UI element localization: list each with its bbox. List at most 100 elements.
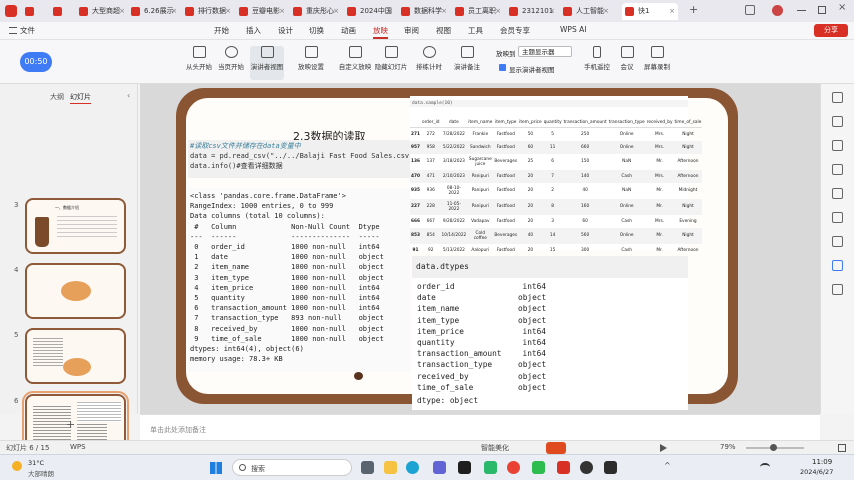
speaker-notes-button[interactable]: 演讲备注 [450,46,484,80]
tab-close-icon[interactable]: × [669,3,675,20]
menu-view[interactable]: 视图 [436,25,451,36]
menu-tools[interactable]: 工具 [468,25,483,36]
zoom-level[interactable]: 79% [720,443,736,451]
pycharm-icon[interactable] [484,461,497,474]
search-box[interactable]: 搜索 [232,459,352,476]
menu-home[interactable]: 开始 [214,25,229,36]
document-tab[interactable]: 2024中国 × [344,3,396,20]
task-view-icon[interactable] [361,461,374,474]
wechat-icon[interactable] [532,461,545,474]
add-slide-button[interactable]: + [66,418,75,431]
shape-icon[interactable] [832,116,843,127]
table-cell: Mr. [645,227,674,244]
document-tab[interactable]: 2312101 × [506,3,558,20]
tab-close-icon[interactable]: × [171,3,177,20]
file-explorer-icon[interactable] [384,461,397,474]
new-tab-icon[interactable]: + [689,3,698,16]
animation-icon[interactable] [832,164,843,175]
tab-close-icon[interactable]: × [387,3,393,20]
notes-pane[interactable]: 单击此处添加备注 [140,414,820,440]
app-icon[interactable] [580,461,593,474]
wps-taskbar-icon[interactable] [557,461,570,474]
menu-file[interactable]: 文件 [20,25,35,36]
collapse-panel-icon[interactable]: ‹ [127,91,130,100]
weather-icon[interactable] [12,461,22,471]
document-tab[interactable]: 大型商超 × [76,3,128,20]
tab-close-icon[interactable]: × [119,3,125,20]
menu-design[interactable]: 设计 [278,25,293,36]
more-icon[interactable] [832,284,843,295]
document-tab[interactable]: 人工智能 × [560,3,612,20]
store-icon[interactable] [433,461,446,474]
edge-icon[interactable] [406,461,419,474]
rehearse-timing-button[interactable]: 排练计时 [412,46,446,80]
monitor-select[interactable]: 主题显示器 [518,46,572,57]
menu-review[interactable]: 审阅 [404,25,419,36]
presenter-view-checkbox[interactable] [499,64,506,71]
style-icon[interactable] [832,140,843,151]
fit-icon[interactable] [838,444,846,452]
document-tab[interactable]: 排行数据 × [182,3,234,20]
wps-logo-icon[interactable] [5,5,17,17]
presenter-view-button[interactable]: 演讲者视图 [250,46,284,80]
layers-icon[interactable] [832,236,843,247]
tab-close-icon[interactable]: × [495,3,501,20]
terminal-icon[interactable] [458,461,471,474]
table-row: 666 667 9/28/2022 Vadapav Fastfood 20 3 60 Cash M… [410,215,702,228]
windows-start-icon[interactable] [210,462,222,474]
document-tab[interactable]: 快1 × [622,3,678,20]
info-output-line: Data columns (total 10 columns): [190,212,325,221]
cmd-icon[interactable] [604,461,617,474]
avatar[interactable] [772,5,783,16]
menu-wps-ai[interactable]: WPS AI [560,25,586,34]
chevron-up-icon[interactable]: ^ [664,461,671,470]
play-current-button[interactable]: 当页开始 [214,46,248,80]
document-tab[interactable]: 重庆彤心 × [290,3,342,20]
slide-thumbnail[interactable]: 一、数据介绍 [25,198,126,254]
share-button[interactable]: 分享 [814,24,848,37]
menu-insert[interactable]: 插入 [246,25,261,36]
hamburger-icon[interactable] [9,27,17,34]
menu-slideshow[interactable]: 放映 [373,25,388,39]
tab-outline[interactable]: 大纲 [50,92,64,102]
chrome-icon[interactable] [507,461,520,474]
menu-member[interactable]: 会员专享 [500,25,530,36]
settings-icon[interactable] [832,212,843,223]
cursor-icon[interactable] [832,92,843,103]
ai-icon[interactable] [832,260,843,271]
play-icon[interactable] [660,444,667,452]
document-tab[interactable]: 数据科学 × [398,3,450,20]
tab-slides[interactable]: 幻灯片 [70,92,91,104]
screen-record-button[interactable]: 屏幕录制 [640,46,674,80]
close-icon[interactable]: × [838,2,846,13]
transition-icon[interactable] [832,188,843,199]
table-row: 91 92 5/13/2022 Aalopuri Fastfood 20 15 300 Cash… [410,244,702,257]
maximize-icon[interactable] [818,6,826,14]
wifi-icon[interactable] [760,463,770,471]
tab-close-icon[interactable]: × [279,3,285,20]
document-tab[interactable] [22,3,52,20]
dtypes-output: data.dtypes order_id int64 date object item_… [412,256,688,410]
tab-close-icon[interactable]: × [441,3,447,20]
tab-close-icon[interactable]: × [603,3,609,20]
slideshow-settings-button[interactable]: 放映设置 [294,46,328,80]
beautify-button[interactable]: 智能美化 [481,443,509,453]
minimize-icon[interactable] [797,10,806,11]
tab-close-icon[interactable]: × [549,3,555,20]
slide-thumbnail[interactable] [25,328,126,384]
slide-thumbnail[interactable] [25,263,126,319]
document-tab[interactable]: 员工离职 × [452,3,504,20]
custom-show-button[interactable]: 自定义放映 [338,46,372,80]
hide-slide-button[interactable]: 隐藏幻灯片 [374,46,408,80]
zoom-thumb[interactable] [770,444,777,451]
recording-timer[interactable]: 00:50 [20,52,52,72]
tab-close-icon[interactable]: × [225,3,231,20]
menu-icon[interactable] [745,5,755,15]
tab-close-icon[interactable]: × [333,3,339,20]
wps-s-logo-icon[interactable] [546,442,566,454]
table-cell: NaN [622,159,632,164]
menu-transition[interactable]: 切换 [309,25,324,36]
document-tab[interactable]: 6.26展示 × [128,3,180,20]
menu-animation[interactable]: 动画 [341,25,356,36]
document-tab[interactable]: 豆瓣电影 × [236,3,288,20]
